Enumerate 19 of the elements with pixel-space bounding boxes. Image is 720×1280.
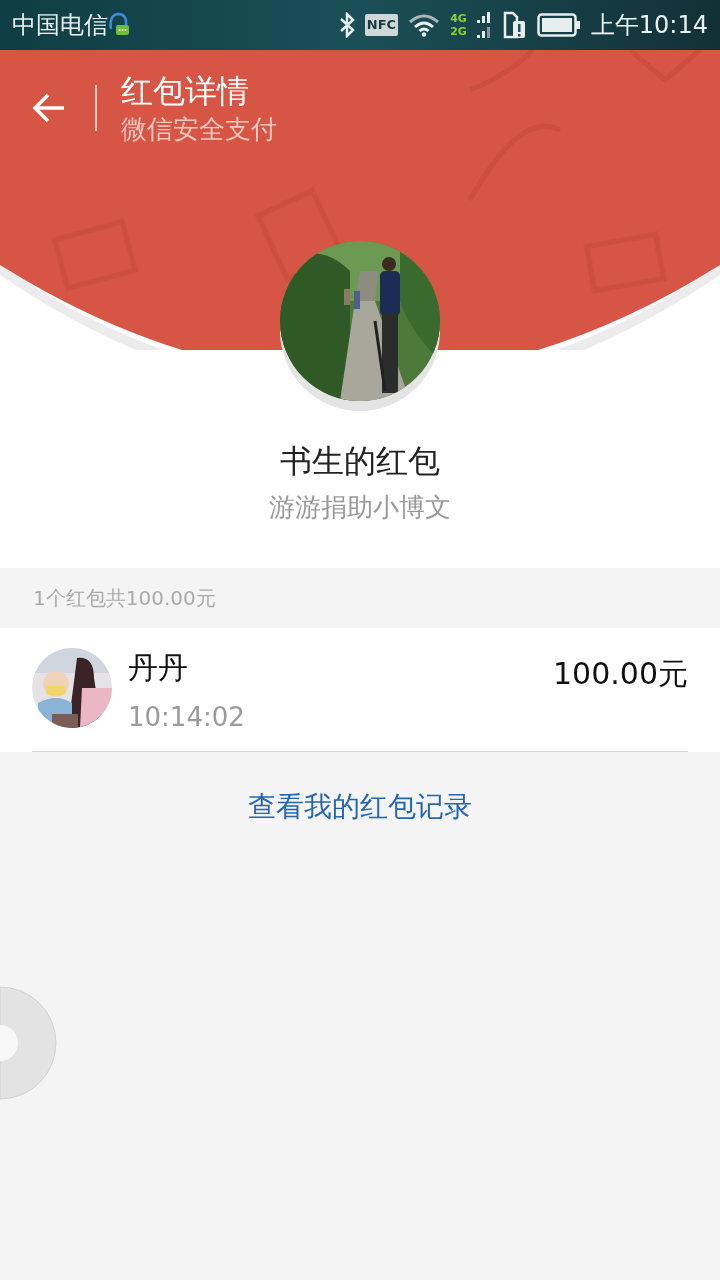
greeting-message: 游游捐助小博文 <box>269 491 451 524</box>
sender-name: 书生的红包 <box>280 441 440 482</box>
receive-time: 10:14:02 <box>128 701 245 734</box>
bluetooth-icon <box>338 12 355 38</box>
network-type-label: 2G <box>450 25 467 38</box>
page-subtitle: 微信安全支付 <box>121 113 277 146</box>
page-title: 红包详情 <box>121 71 250 112</box>
sim-alert-icon <box>502 11 527 39</box>
record-link[interactable]: 查看我的红包记录 <box>248 788 472 826</box>
packet-summary: 1个红包共100.00元 <box>33 584 216 612</box>
wifi-icon <box>408 13 441 37</box>
signal-icon <box>476 10 493 40</box>
receiver-name: 丹丹 <box>128 649 189 687</box>
nfc-badge: NFC <box>364 14 399 36</box>
received-amount: 100.00元 <box>553 655 688 693</box>
network-type-label: 4G <box>450 12 467 25</box>
clock-time: 上午10:14 <box>590 10 708 41</box>
battery-icon <box>536 13 581 37</box>
carrier-name: 中国电信 <box>12 10 108 41</box>
